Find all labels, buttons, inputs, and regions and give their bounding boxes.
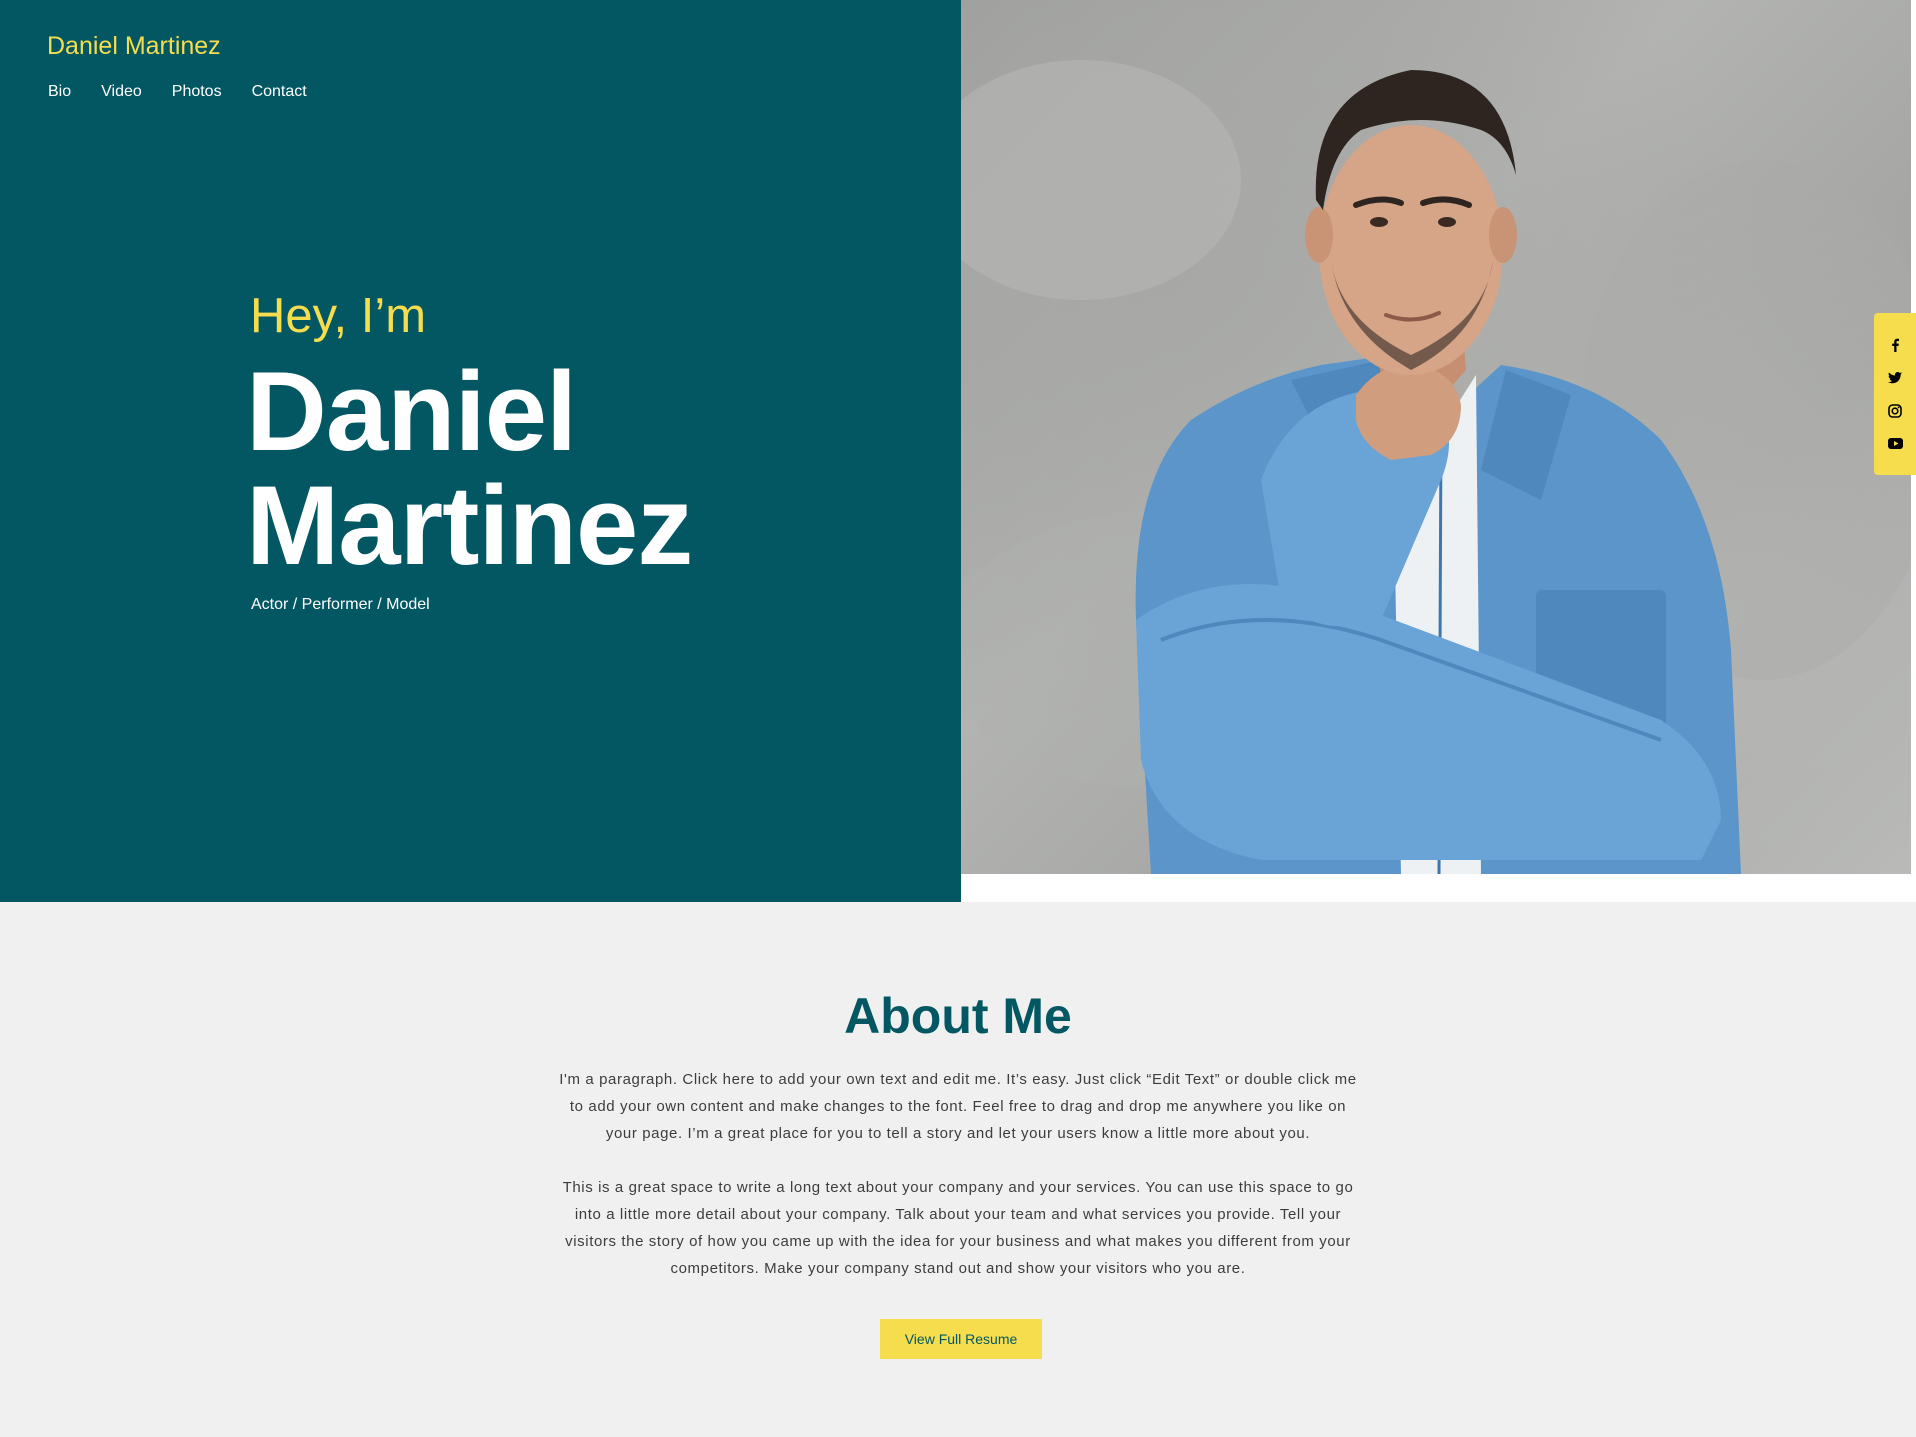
about-paragraph-1: I'm a paragraph. Click here to add your …	[559, 1071, 1357, 1142]
hero-greeting: Hey, I’m	[250, 289, 427, 343]
hero-name-last: Martinez	[246, 463, 693, 588]
facebook-icon[interactable]	[1887, 337, 1903, 353]
nav-item-bio[interactable]: Bio	[48, 82, 71, 102]
twitter-icon[interactable]	[1887, 370, 1903, 386]
about-paragraph-2: This is a great space to write a long te…	[562, 1179, 1354, 1277]
hero-name: Daniel Martinez	[246, 349, 693, 588]
site-title[interactable]: Daniel Martinez	[47, 30, 221, 62]
page: Daniel Martinez Bio Video Photos Contact…	[0, 0, 1916, 1437]
nav-item-photos[interactable]: Photos	[172, 82, 222, 102]
hero-name-first: Daniel	[246, 349, 577, 474]
hero-photo	[961, 0, 1911, 874]
about-title: About Me	[844, 988, 1072, 1044]
hero-panel: Daniel Martinez Bio Video Photos Contact…	[0, 0, 961, 902]
hero-tagline: Actor / Performer / Model	[251, 596, 430, 613]
view-resume-button[interactable]: View Full Resume	[880, 1319, 1042, 1359]
main-nav: Bio Video Photos Contact	[48, 82, 337, 102]
social-bar	[1874, 313, 1916, 475]
instagram-icon[interactable]	[1887, 403, 1903, 419]
nav-item-contact[interactable]: Contact	[252, 82, 307, 102]
nav-item-video[interactable]: Video	[101, 82, 142, 102]
portrait-illustration	[961, 60, 1911, 874]
youtube-icon[interactable]	[1887, 436, 1903, 452]
